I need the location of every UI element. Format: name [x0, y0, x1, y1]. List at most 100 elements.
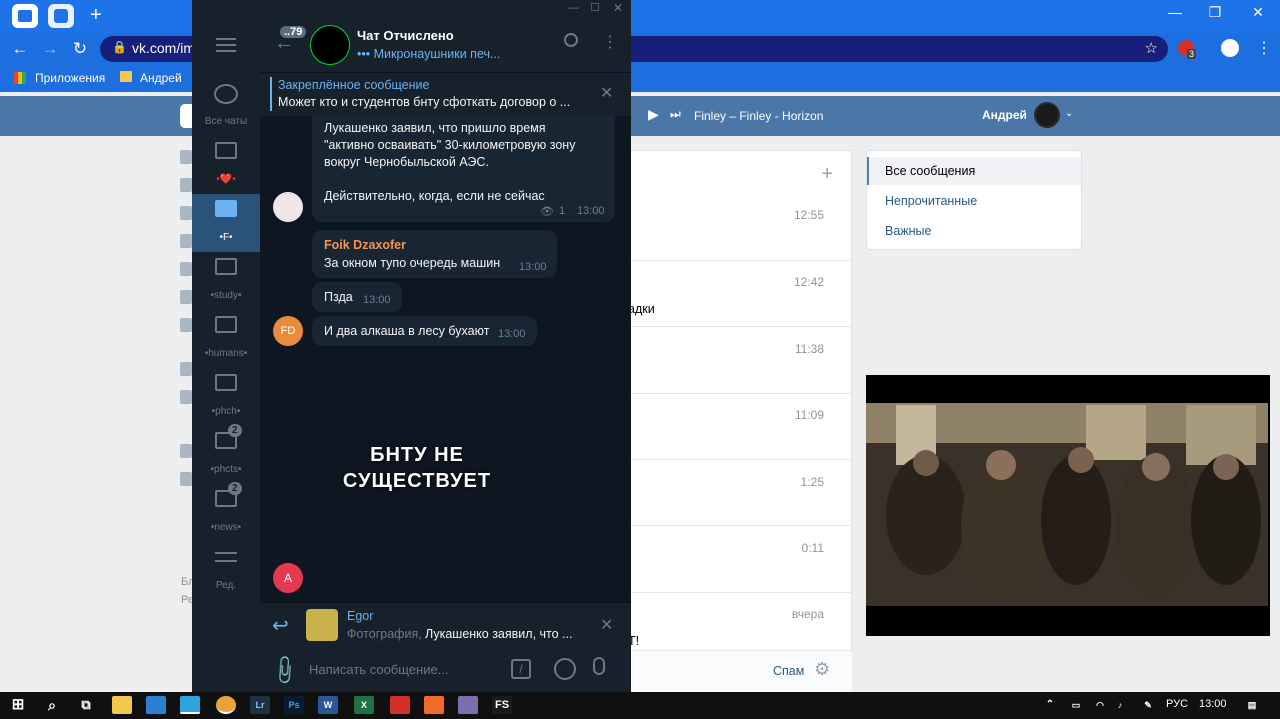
profile-icon[interactable]	[1221, 39, 1239, 57]
bookmark-apps[interactable]: Приложения	[35, 71, 105, 85]
message-bubble[interactable]: Лукашенко заявил, что пришло время "акти…	[312, 116, 615, 222]
folder-f[interactable]: •F•	[192, 194, 260, 252]
message-author[interactable]: Foik Dzaxofer	[324, 238, 406, 252]
message-bubble[interactable]: Foik Dzaxofer За окном тупо очередь маши…	[312, 230, 557, 278]
folder-all-chats[interactable]: Все чаты	[192, 78, 260, 136]
dialog-row[interactable]: 11:09	[628, 394, 852, 460]
bookmark-andrey[interactable]: Андрей	[140, 71, 182, 85]
emoji-icon[interactable]	[554, 658, 576, 680]
message-input[interactable]: Написать сообщение...	[309, 662, 449, 677]
folder-edit[interactable]: Ред.	[192, 542, 260, 600]
wifi-icon[interactable]: ◠	[1090, 696, 1110, 714]
back-button[interactable]: ←	[8, 39, 32, 59]
dialog-row[interactable]: 0:11	[628, 527, 852, 593]
menu-dots-icon[interactable]: ⋮	[1256, 38, 1272, 58]
tg-maximize-button[interactable]: ☐	[590, 1, 600, 14]
close-icon[interactable]: ✕	[600, 83, 613, 103]
forward-button[interactable]: →	[38, 39, 62, 59]
close-icon[interactable]: ✕	[600, 615, 613, 635]
pinned-accent	[270, 77, 272, 111]
minimize-button[interactable]: —	[1160, 4, 1190, 20]
fs-app-icon[interactable]: FS	[492, 696, 512, 714]
play-icon[interactable]: ▶	[648, 106, 659, 123]
add-icon[interactable]: +	[821, 163, 833, 186]
avatar[interactable]: A	[273, 563, 303, 593]
search-icon[interactable]: ⌕	[42, 696, 62, 714]
attach-icon[interactable]: 📎	[267, 653, 302, 688]
chrome-icon[interactable]	[216, 696, 236, 714]
word-icon[interactable]: W	[318, 696, 338, 714]
search-icon[interactable]	[564, 33, 578, 47]
acrobat-icon[interactable]	[390, 696, 410, 714]
reload-button[interactable]: ↻	[68, 39, 92, 59]
telegram-icon[interactable]	[180, 696, 200, 714]
chevron-down-icon[interactable]: ⌄	[1065, 108, 1073, 119]
tab-vk[interactable]	[12, 4, 38, 28]
tray-chevron-icon[interactable]: ⌃	[1040, 696, 1060, 714]
telegram-window: — ☐ ✕ Все чаты •❤️• •F• •study• •humans•…	[192, 0, 631, 692]
chat-avatar[interactable]	[310, 25, 350, 65]
tg-minimize-button[interactable]: —	[568, 2, 579, 14]
folder-heart[interactable]: •❤️•	[192, 136, 260, 194]
dialog-row[interactable]: 12:55	[628, 195, 852, 261]
notifications-icon[interactable]: ▤	[1242, 696, 1262, 714]
message-text: За окном тупо очередь машин	[324, 256, 501, 270]
app-icon[interactable]	[424, 696, 444, 714]
folder-study[interactable]: •study•	[192, 252, 260, 310]
folder-news[interactable]: 2 •news•	[192, 482, 260, 542]
folder-humans[interactable]: •humans•	[192, 310, 260, 368]
maximize-button[interactable]: ❐	[1200, 4, 1230, 21]
menu-item-all[interactable]: Все сообщения	[885, 164, 975, 178]
language-indicator[interactable]: РУС	[1166, 698, 1188, 710]
pinned-title: Закреплённое сообщение	[278, 78, 430, 92]
star-icon[interactable]: ☆	[1145, 39, 1158, 57]
player-track-title[interactable]: Finley – Finley - Horizon	[694, 109, 823, 123]
volume-icon[interactable]: ♪	[1110, 696, 1130, 714]
tab-media[interactable]	[48, 4, 74, 28]
message-bubble[interactable]: Пзда 13:00	[312, 282, 402, 312]
explorer-icon[interactable]	[112, 696, 132, 714]
windows-start-icon[interactable]: ⊞	[8, 696, 28, 714]
dialog-row[interactable]: 12:42 адки	[628, 261, 852, 327]
tg-titlebar: — ☐ ✕	[192, 0, 631, 18]
menu-item-important[interactable]: Важные	[885, 224, 932, 238]
folder-phch[interactable]: •phch•	[192, 368, 260, 426]
microphone-icon[interactable]	[593, 657, 605, 675]
extension-icon[interactable]: 3	[1178, 40, 1197, 59]
tg-close-button[interactable]: ✕	[613, 1, 623, 15]
avatar[interactable]: FD	[273, 316, 303, 346]
close-window-button[interactable]: ✕	[1243, 4, 1273, 21]
avatar[interactable]	[273, 192, 303, 222]
more-icon[interactable]: ⋮	[602, 32, 618, 52]
folder-label: •news•	[210, 522, 242, 533]
lightroom-icon[interactable]: Lr	[250, 696, 270, 714]
battery-icon[interactable]: ▭	[1066, 696, 1086, 714]
message-bubble[interactable]: И два алкаша в лесу бухают 13:00	[312, 316, 537, 346]
spam-link[interactable]: Спам	[773, 664, 804, 678]
app-icon[interactable]	[458, 696, 478, 714]
gear-icon[interactable]: ⚙	[814, 659, 830, 680]
dialog-row[interactable]: 1:25	[628, 460, 852, 526]
photoshop-icon[interactable]: Ps	[284, 696, 304, 714]
clock[interactable]: 13:00	[1199, 698, 1227, 710]
chat-title[interactable]: Чат Отчислено	[357, 28, 454, 43]
next-track-icon[interactable]: ⏭	[670, 107, 681, 122]
dialog-row[interactable]: 11:38	[628, 328, 852, 394]
video-player[interactable]	[866, 375, 1270, 636]
mail-icon[interactable]	[146, 696, 166, 714]
folder-phcts[interactable]: 2 •phcts•	[192, 424, 260, 484]
dialog-snippet: адки	[628, 302, 655, 316]
bot-command-icon[interactable]: /	[511, 659, 531, 679]
avatar[interactable]	[1034, 102, 1060, 128]
task-view-icon[interactable]: ⧉	[76, 696, 96, 714]
dialog-time: 11:09	[794, 408, 824, 422]
hamburger-icon[interactable]	[216, 38, 236, 52]
excel-icon[interactable]: X	[354, 696, 374, 714]
message-text: Действительно, когда, если не сейчас	[324, 189, 545, 203]
menu-item-unread[interactable]: Непрочитанные	[885, 194, 977, 208]
sticker[interactable]: БНТУ НЕ СУЩЕСТВУЕТ	[332, 442, 502, 494]
user-name[interactable]: Андрей	[982, 108, 1027, 122]
pinned-message-bar[interactable]: Закреплённое сообщение Может кто и студе…	[260, 72, 631, 116]
new-tab-button[interactable]: +	[90, 4, 102, 26]
pen-icon[interactable]: ✎	[1138, 696, 1158, 714]
